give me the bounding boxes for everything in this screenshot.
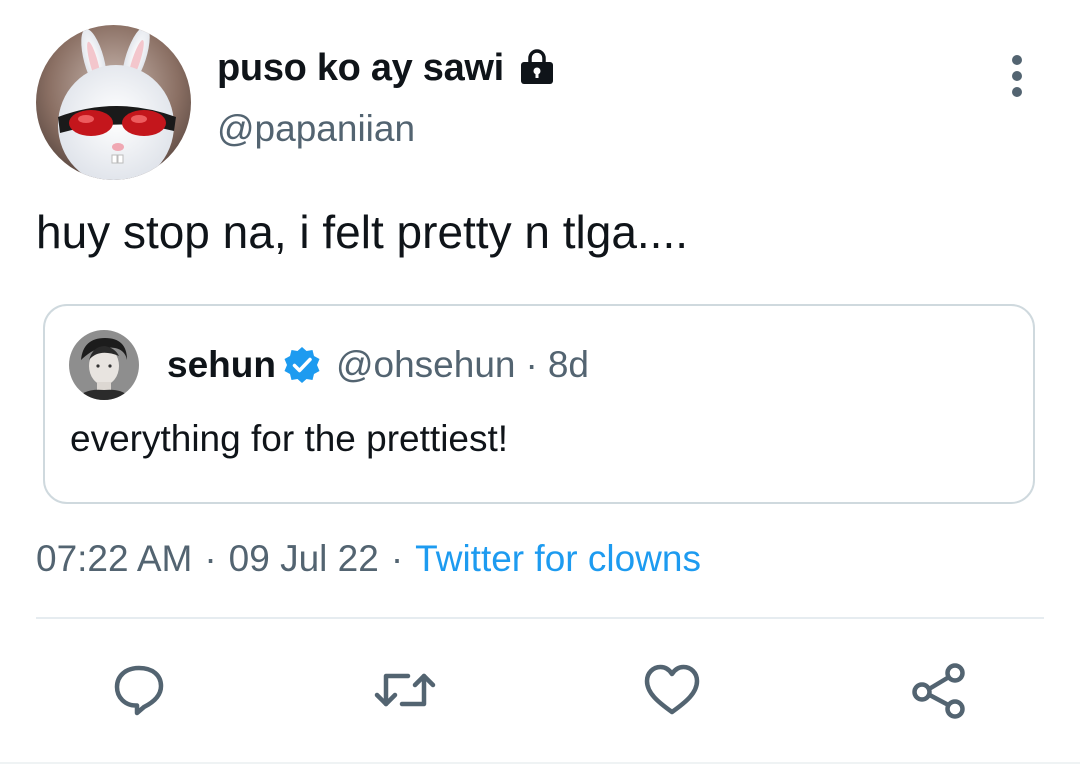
quoted-tweet-header: sehun @ohsehun · 8d (167, 344, 589, 386)
author-name-row: puso ko ay sawi (217, 42, 558, 94)
divider (36, 617, 1044, 619)
quoted-tweet-text: everything for the prettiest! (70, 418, 509, 459)
bottom-divider (0, 762, 1080, 764)
retweet-icon (374, 673, 436, 707)
share-button[interactable] (905, 655, 975, 725)
meta-separator-1: · (204, 538, 217, 579)
tweet-meta: 07:22 AM · 09 Jul 22 · Twitter for clown… (36, 538, 701, 580)
portrait-avatar-icon (69, 330, 139, 400)
quoted-separator: · (525, 344, 538, 385)
bunny-avatar-icon (36, 25, 191, 180)
author-handle[interactable]: @papaniian (217, 108, 415, 150)
share-icon (912, 663, 965, 719)
like-button[interactable] (637, 655, 707, 725)
verified-badge-icon (282, 345, 322, 385)
retweet-button[interactable] (370, 655, 440, 725)
tweet-source-link[interactable]: Twitter for clowns (415, 538, 701, 580)
more-options-icon[interactable] (1000, 52, 1034, 100)
quoted-author-avatar[interactable] (69, 330, 139, 400)
reply-button[interactable] (104, 655, 174, 725)
tweet-date[interactable]: 09 Jul 22 (229, 538, 379, 580)
lock-icon (516, 47, 558, 89)
meta-separator-2: · (390, 538, 404, 579)
author-avatar[interactable] (36, 25, 191, 180)
reply-icon (114, 665, 164, 716)
quoted-tweet-time[interactable]: 8d (548, 344, 589, 386)
quoted-author-handle[interactable]: @ohsehun (336, 344, 516, 386)
quoted-author-name[interactable]: sehun (167, 344, 276, 386)
quoted-tweet-card[interactable]: sehun @ohsehun · 8d everything for the p… (43, 304, 1035, 504)
tweet-text: huy stop na, i felt pretty n tlga.... (36, 206, 689, 258)
tweet-time[interactable]: 07:22 AM (36, 538, 192, 580)
heart-icon (644, 664, 700, 715)
author-display-name[interactable]: puso ko ay sawi (217, 47, 504, 90)
